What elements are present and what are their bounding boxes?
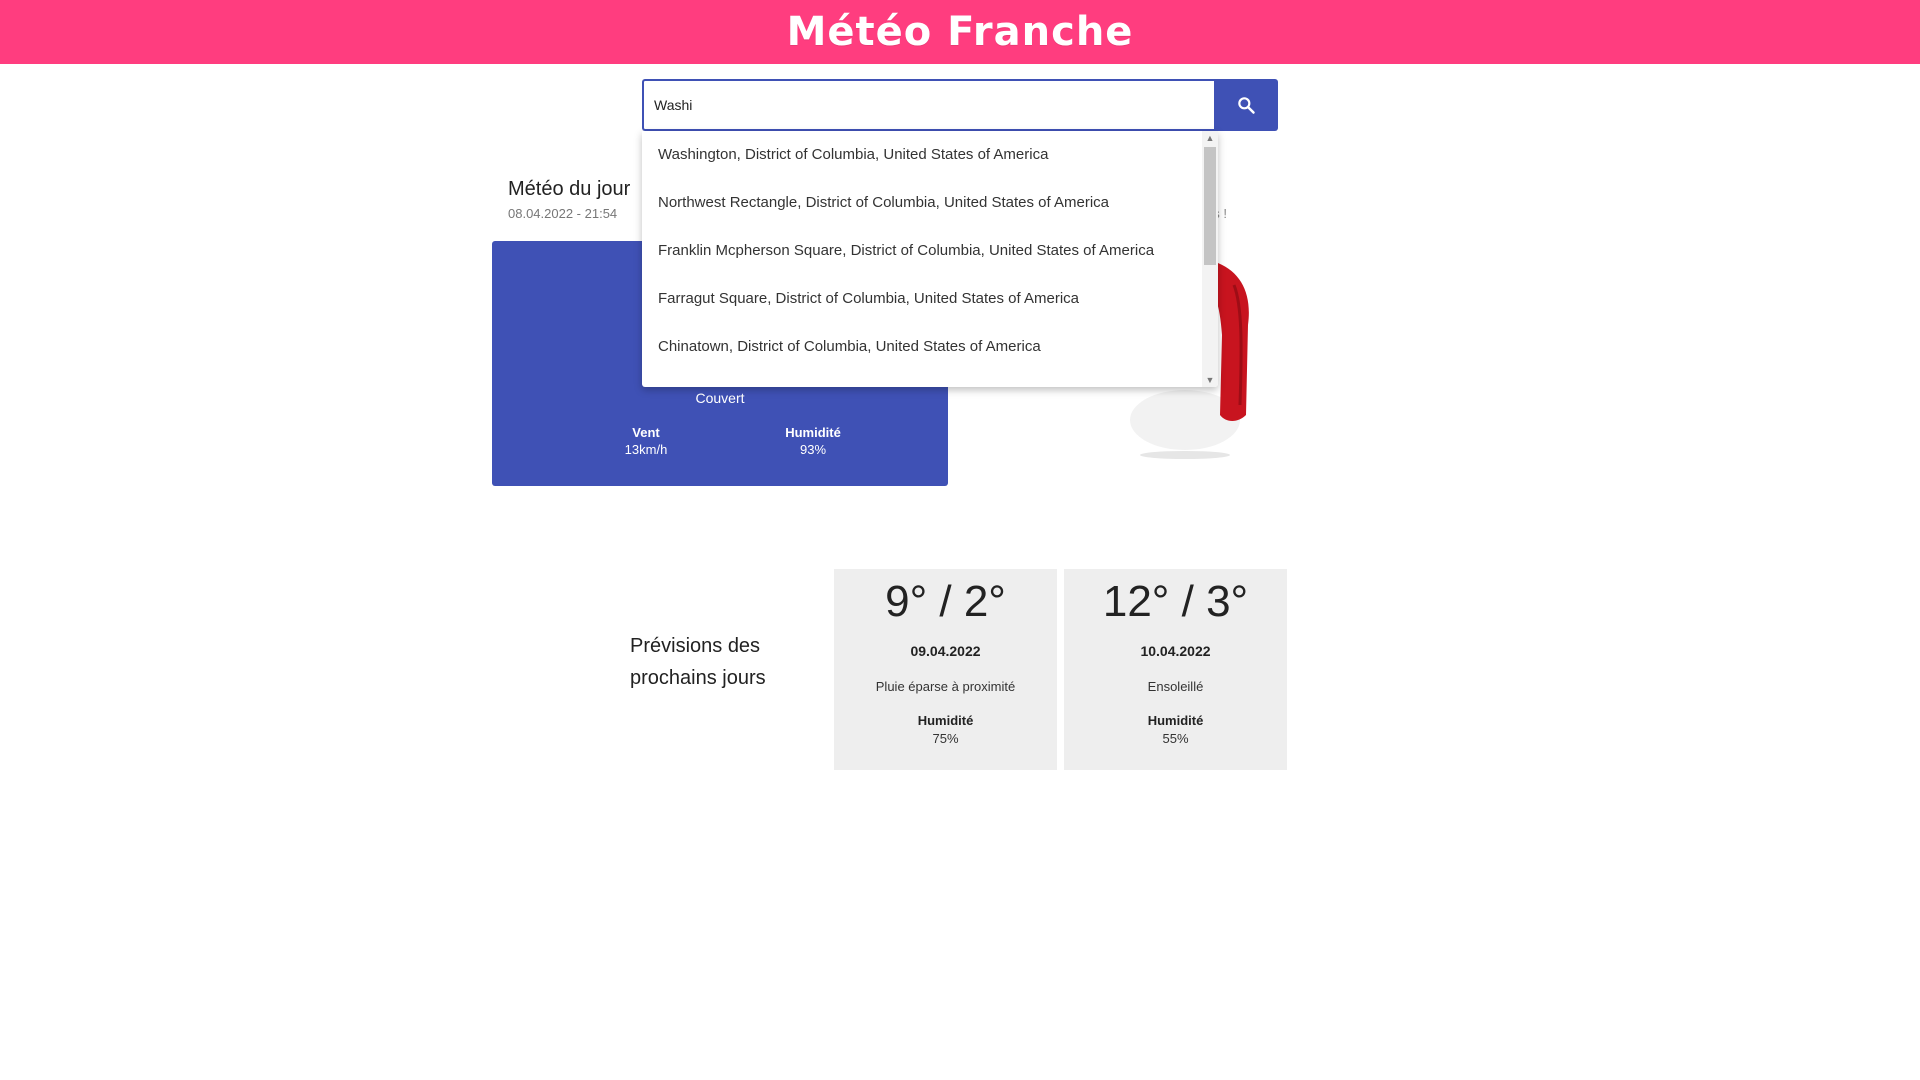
- forecast-humidity-value: 75%: [932, 731, 959, 746]
- forecast-condition: Ensoleillé: [1147, 679, 1204, 694]
- search-suggestions-dropdown: Washington, District of Columbia, United…: [642, 131, 1218, 387]
- forecast-title: Prévisions des prochains jours: [630, 635, 766, 689]
- scroll-up-icon[interactable]: ▲: [1202, 131, 1218, 145]
- suggestion-item[interactable]: Washington, District of Columbia, United…: [642, 131, 1202, 179]
- forecast-card: 9° / 2° 09.04.2022 Pluie éparse à proxim…: [834, 569, 1057, 770]
- app-title: Météo Franche: [786, 9, 1134, 55]
- forecast-condition: Pluie éparse à proximité: [875, 679, 1016, 694]
- forecast-temp: 9° / 2°: [885, 577, 1006, 626]
- search-icon: [1238, 97, 1255, 114]
- humidity-label: Humidité: [785, 425, 841, 440]
- dropdown-scrollbar[interactable]: ▲ ▼: [1202, 131, 1218, 387]
- search-input[interactable]: [642, 79, 1214, 131]
- suggestion-item[interactable]: Franklin Mcpherson Square, District of C…: [642, 227, 1202, 275]
- suggestion-item[interactable]: Northwest Rectangle, District of Columbi…: [642, 179, 1202, 227]
- suggestion-item[interactable]: Farragut Square, District of Columbia, U…: [642, 275, 1202, 323]
- forecast-temp: 12° / 3°: [1102, 577, 1249, 626]
- scroll-down-icon[interactable]: ▼: [1202, 373, 1218, 387]
- suggestions-list: Washington, District of Columbia, United…: [642, 131, 1202, 371]
- forecast-date: 09.04.2022: [910, 643, 981, 659]
- wind-stat: Vent 13km/h: [586, 424, 706, 458]
- suggestion-item[interactable]: Chinatown, District of Columbia, United …: [642, 323, 1202, 371]
- search-button[interactable]: [1214, 79, 1278, 131]
- humidity-stat: Humidité 93%: [753, 424, 873, 458]
- forecast-date: 10.04.2022: [1140, 643, 1211, 659]
- today-title: Météo du jour: [508, 178, 631, 200]
- today-datetime: 08.04.2022 - 21:54: [508, 206, 618, 221]
- forecast-humidity-value: 55%: [1162, 731, 1189, 746]
- forecast-humidity-label: Humidité: [1147, 713, 1204, 728]
- app-header: Météo Franche: [0, 0, 1920, 64]
- forecast-card: 12° / 3° 10.04.2022 Ensoleillé Humidité …: [1064, 569, 1287, 770]
- scrollbar-thumb[interactable]: [1204, 147, 1216, 265]
- forecast-humidity-label: Humidité: [917, 713, 974, 728]
- current-condition: Couvert: [695, 390, 745, 406]
- search-bar: [642, 79, 1278, 131]
- wind-label: Vent: [632, 425, 660, 440]
- wind-value: 13km/h: [624, 442, 668, 457]
- humidity-value: 93%: [799, 442, 827, 457]
